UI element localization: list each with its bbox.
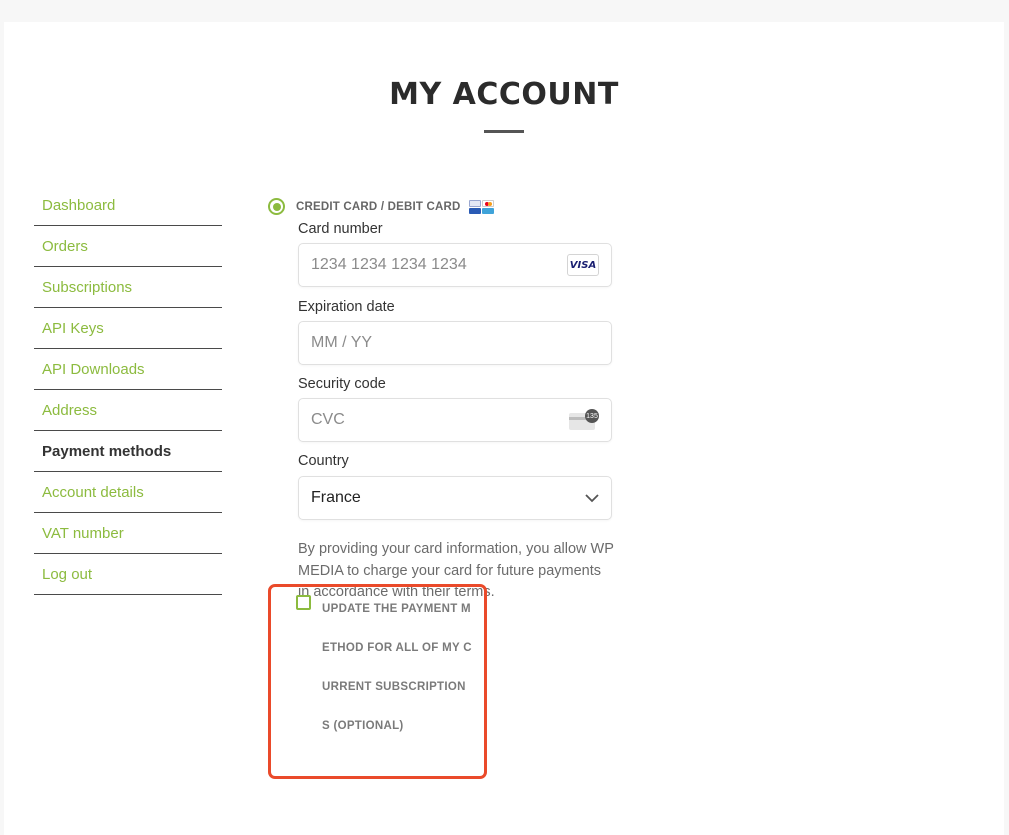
nav-item-dashboard[interactable]: Dashboard xyxy=(34,185,222,226)
expiration-placeholder: MM / YY xyxy=(311,334,373,351)
nav-item-subscriptions[interactable]: Subscriptions xyxy=(34,267,222,308)
country-label: Country xyxy=(298,453,349,469)
nav-item-api-downloads[interactable]: API Downloads xyxy=(34,349,222,390)
nav-item-log-out[interactable]: Log out xyxy=(34,554,222,595)
nav-item-api-keys[interactable]: API Keys xyxy=(34,308,222,349)
visa-mini-icon xyxy=(468,199,481,214)
nav-item-payment-methods[interactable]: Payment methods xyxy=(34,431,222,472)
card-number-placeholder: 1234 1234 1234 1234 xyxy=(311,256,467,273)
chevron-down-icon xyxy=(585,491,599,505)
nav-item-address[interactable]: Address xyxy=(34,390,222,431)
payment-method-option[interactable]: CREDIT CARD / DEBIT CARD xyxy=(268,198,494,215)
expiration-date-label: Expiration date xyxy=(298,299,395,315)
security-code-label: Security code xyxy=(298,376,386,392)
card-number-input[interactable]: 1234 1234 1234 1234 VISA xyxy=(298,243,612,287)
title-underline xyxy=(484,130,524,133)
cvc-placeholder: CVC xyxy=(311,411,345,428)
expiration-date-input[interactable]: MM / YY xyxy=(298,321,612,365)
card-brands-icon xyxy=(468,199,494,214)
cvc-number: 135 xyxy=(585,409,599,423)
mastercard-mini-icon xyxy=(481,199,494,214)
page-title: MY ACCOUNT xyxy=(389,77,619,112)
security-code-input[interactable]: CVC 135 xyxy=(298,398,612,442)
visa-icon: VISA xyxy=(567,254,599,276)
payment-method-label: CREDIT CARD / DEBIT CARD xyxy=(296,200,461,213)
credit-card-radio[interactable] xyxy=(268,198,285,215)
account-page: MY ACCOUNT Dashboard Orders Subscription… xyxy=(4,22,1004,835)
account-nav: Dashboard Orders Subscriptions API Keys … xyxy=(34,185,222,595)
nav-item-vat-number[interactable]: VAT number xyxy=(34,513,222,554)
country-select[interactable]: France xyxy=(298,476,612,520)
nav-item-account-details[interactable]: Account details xyxy=(34,472,222,513)
update-all-subscriptions-checkbox[interactable] xyxy=(296,595,311,610)
radio-dot xyxy=(272,202,281,211)
update-all-subscriptions-label[interactable]: UPDATE THE PAYMENT METHOD FOR ALL OF MY … xyxy=(322,590,472,746)
cvc-card-icon: 135 xyxy=(569,409,599,431)
nav-item-orders[interactable]: Orders xyxy=(34,226,222,267)
card-number-label: Card number xyxy=(298,221,383,237)
country-value: France xyxy=(311,489,361,506)
